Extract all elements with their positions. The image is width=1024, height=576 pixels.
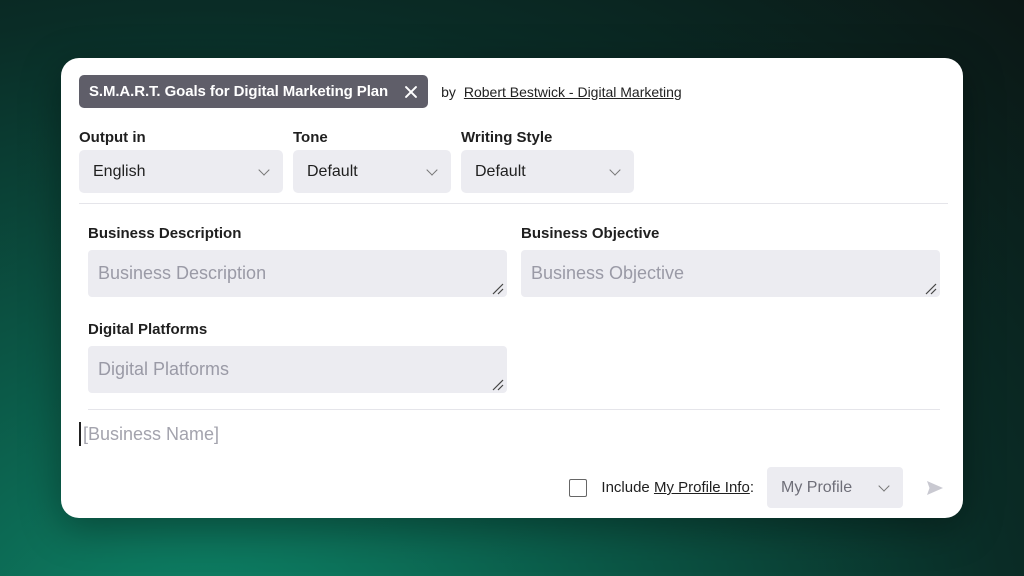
prompt-composer-input[interactable]: [Business Name] (79, 422, 219, 446)
writing-style-value: Default (475, 162, 526, 180)
include-profile-label: Include My Profile Info: (601, 479, 754, 496)
digital-platforms-label: Digital Platforms (88, 321, 208, 338)
divider (79, 203, 948, 204)
my-profile-info-link[interactable]: My Profile Info (654, 479, 750, 496)
output-language-group: Output in English (79, 129, 283, 193)
by-label: by (441, 83, 456, 100)
profile-select-value: My Profile (781, 478, 853, 496)
writing-style-label: Writing Style (461, 129, 553, 146)
resize-handle-icon[interactable] (492, 283, 504, 295)
prompt-header: S.M.A.R.T. Goals for Digital Marketing P… (79, 75, 682, 108)
close-icon[interactable] (404, 85, 418, 99)
include-profile-checkbox[interactable] (569, 478, 588, 497)
chevron-down-icon (259, 167, 269, 177)
output-language-select[interactable]: English (79, 150, 283, 193)
digital-platforms-input[interactable]: Digital Platforms (88, 346, 507, 393)
chevron-down-icon (879, 483, 889, 493)
prompt-title: S.M.A.R.T. Goals for Digital Marketing P… (89, 83, 389, 100)
digital-platforms-field: Digital Platforms Digital Platforms (88, 321, 507, 393)
composer-footer: Include My Profile Info: My Profile (569, 467, 945, 508)
business-objective-field: Business Objective Business Objective (521, 225, 940, 297)
prompt-tag: S.M.A.R.T. Goals for Digital Marketing P… (79, 75, 429, 108)
prompt-card: S.M.A.R.T. Goals for Digital Marketing P… (61, 58, 963, 518)
divider (88, 409, 940, 410)
output-selectors: Output in English Tone Default Writing S… (79, 129, 634, 193)
business-description-field: Business Description Business Descriptio… (88, 225, 507, 297)
resize-handle-icon[interactable] (925, 283, 937, 295)
output-language-label: Output in (79, 129, 146, 146)
writing-style-select[interactable]: Default (461, 150, 634, 193)
tone-select[interactable]: Default (293, 150, 451, 193)
resize-handle-icon[interactable] (492, 379, 504, 391)
output-language-value: English (93, 162, 146, 180)
business-objective-input[interactable]: Business Objective (521, 250, 940, 297)
chevron-down-icon (427, 167, 437, 177)
include-profile-suffix: : (749, 479, 754, 496)
tone-group: Tone Default (293, 129, 451, 193)
include-profile-prefix: Include (601, 479, 654, 496)
business-objective-label: Business Objective (521, 225, 660, 242)
writing-style-group: Writing Style Default (461, 129, 634, 193)
profile-select[interactable]: My Profile (767, 467, 903, 508)
business-description-input[interactable]: Business Description (88, 250, 507, 297)
tone-label: Tone (293, 129, 328, 146)
tone-value: Default (307, 162, 358, 180)
business-description-label: Business Description (88, 225, 242, 242)
send-icon[interactable] (925, 478, 945, 498)
author-link[interactable]: Robert Bestwick - Digital Marketing (464, 84, 682, 100)
chevron-down-icon (610, 167, 620, 177)
